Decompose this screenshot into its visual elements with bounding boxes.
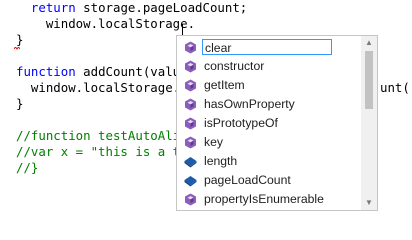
autocomplete-item[interactable]: getItem: [180, 76, 357, 95]
autocomplete-item-label: constructor: [204, 59, 265, 73]
code-comment: //var x = "this is a tes: [16, 144, 196, 159]
method-icon: [185, 41, 196, 54]
autocomplete-popup[interactable]: clear constructor getItem hasOwnProperty isP…: [176, 35, 378, 211]
autocomplete-item[interactable]: length: [180, 152, 357, 171]
code-line: window.localStorage.: [30, 16, 196, 31]
autocomplete-item-label: propertyIsEnumerable: [204, 192, 324, 206]
scroll-down-icon[interactable]: ▼: [364, 198, 374, 208]
method-icon: [185, 98, 196, 111]
autocomplete-item-label: isPrototypeOf: [204, 116, 278, 130]
property-icon: [184, 157, 197, 168]
method-icon: [185, 193, 196, 206]
autocomplete-item-label: pageLoadCount: [204, 173, 291, 187]
scrollbar-thumb[interactable]: [365, 51, 373, 109]
code-comment: //function testAutoAlign: [16, 128, 196, 143]
method-icon: [185, 117, 196, 130]
autocomplete-item-label: key: [204, 135, 223, 149]
scrollbar[interactable]: ▲ ▼: [361, 36, 377, 210]
code-line: return storage.pageLoadCount;: [30, 0, 248, 15]
autocomplete-item[interactable]: isPrototypeOf: [180, 114, 357, 133]
autocomplete-item[interactable]: propertyIsEnumerable: [180, 190, 357, 209]
code-line: function addCount(value): [16, 64, 196, 79]
scroll-up-icon[interactable]: ▲: [364, 38, 374, 48]
code-line: }: [16, 96, 24, 111]
error-squiggle: [14, 47, 20, 50]
method-icon: [185, 60, 196, 73]
code-line-overflow: unt(): [380, 80, 412, 95]
property-icon: [184, 176, 197, 187]
autocomplete-item-label: length: [204, 154, 238, 168]
autocomplete-item[interactable]: hasOwnProperty: [180, 95, 357, 114]
autocomplete-item[interactable]: key: [180, 133, 357, 152]
method-icon: [185, 136, 196, 149]
autocomplete-item-label: clear: [202, 39, 332, 55]
code-line: window.localStorage.pa: [16, 80, 196, 95]
code-comment: //}: [16, 160, 39, 175]
autocomplete-item[interactable]: constructor: [180, 57, 357, 76]
autocomplete-item-label: hasOwnProperty: [204, 97, 295, 111]
autocomplete-item[interactable]: pageLoadCount: [180, 171, 357, 190]
code-line: }: [16, 32, 24, 47]
autocomplete-item-label: getItem: [204, 78, 245, 92]
autocomplete-item[interactable]: clear: [180, 38, 357, 57]
method-icon: [185, 79, 196, 92]
